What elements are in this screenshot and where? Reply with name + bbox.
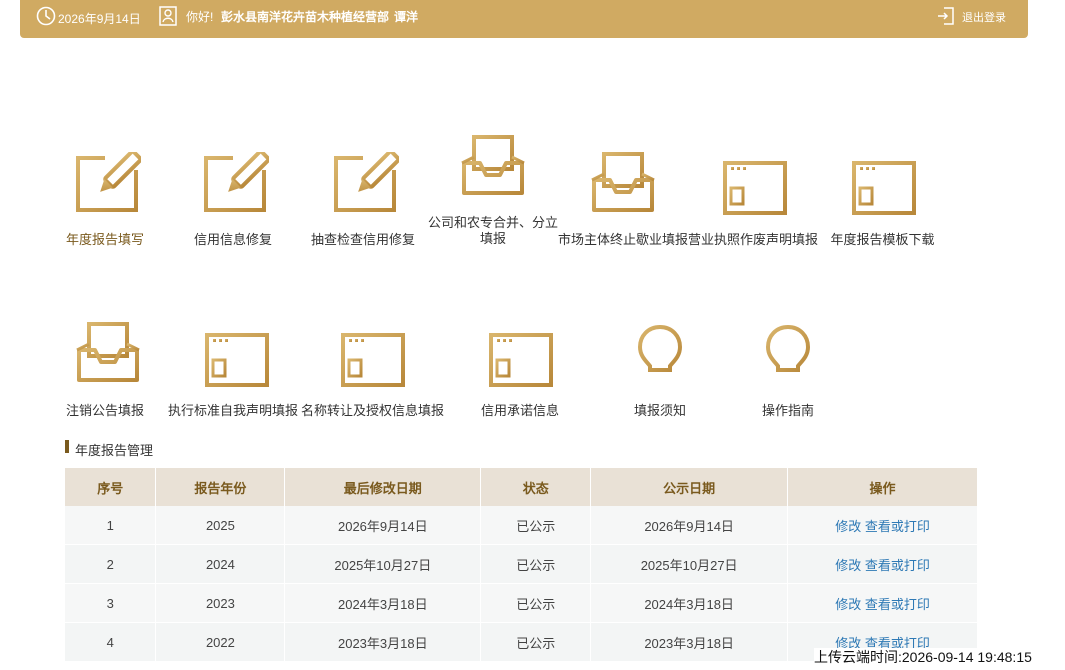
cell-actions: 修改 查看或打印 <box>787 583 978 623</box>
cell-no: 3 <box>65 583 157 623</box>
cell-no: 1 <box>65 506 157 545</box>
tile-merger-split[interactable]: 公司和农专合并、分立填报 <box>428 135 558 255</box>
tile-annual-report[interactable]: 年度报告填写 <box>55 150 155 250</box>
document-window-icon <box>204 332 270 388</box>
tile-name-transfer[interactable]: 名称转让及授权信息填报 <box>300 322 445 422</box>
cell-status: 已公示 <box>480 544 592 584</box>
tile-label: 注销公告填报 <box>65 403 144 418</box>
tile-label: 抽查检查信用修复 <box>310 232 415 247</box>
table-row: 3 2023 2024年3月18日 已公示 2024年3月18日 修改 查看或打… <box>65 583 978 623</box>
document-window-icon <box>488 332 554 388</box>
view-print-link[interactable]: 查看或打印 <box>865 558 930 573</box>
cell-modified: 2024年3月18日 <box>284 583 482 623</box>
col-header-status: 状态 <box>480 468 592 506</box>
table-header-row: 序号 报告年份 最后修改日期 状态 公示日期 操作 <box>65 468 978 506</box>
col-header-no: 序号 <box>65 468 157 506</box>
edit-pencil-icon <box>203 152 269 214</box>
col-header-modified: 最后修改日期 <box>284 468 482 506</box>
cell-year: 2023 <box>155 583 286 623</box>
tile-label: 市场主体终止歇业填报 <box>558 232 689 247</box>
cell-actions: 修改 查看或打印 <box>787 544 978 584</box>
tile-credit-repair[interactable]: 信用信息修复 <box>183 150 283 250</box>
tile-label: 信用信息修复 <box>193 232 272 247</box>
document-window-icon <box>851 160 917 216</box>
company-name: 彭水县南洋花卉苗木种植经营部 <box>221 10 390 24</box>
cell-year: 2025 <box>155 506 286 545</box>
lightbulb-icon <box>765 324 811 390</box>
tile-standard-declaration[interactable]: 执行标准自我声明填报 <box>167 322 299 422</box>
tile-label: 操作指南 <box>761 403 814 418</box>
tile-label: 名称转让及授权信息填报 <box>300 403 444 418</box>
cell-modified: 2023年3月18日 <box>284 622 482 662</box>
cell-no: 4 <box>65 622 157 662</box>
inbox-tray-icon <box>460 135 526 197</box>
current-date: 2026年9月14日 <box>58 12 141 26</box>
section-title-text: 年度报告管理 <box>75 443 154 458</box>
document-window-icon <box>722 160 788 216</box>
tile-business-termination[interactable]: 市场主体终止歇业填报 <box>558 150 688 250</box>
tile-template-download[interactable]: 年度报告模板下载 <box>825 150 940 250</box>
table-row: 1 2025 2026年9月14日 已公示 2026年9月14日 修改 查看或打… <box>65 506 978 545</box>
greeting-text: 你好! <box>186 10 214 24</box>
cell-modified: 2025年10月27日 <box>284 544 482 584</box>
cell-actions: 修改 查看或打印 <box>787 506 978 545</box>
annual-report-table: 序号 报告年份 最后修改日期 状态 公示日期 操作 1 2025 2026年9月… <box>65 468 978 662</box>
user-name: 谭洋 <box>394 10 419 24</box>
tile-label: 营业执照作废声明填报 <box>688 232 819 247</box>
view-print-link[interactable]: 查看或打印 <box>865 597 930 612</box>
inbox-tray-icon <box>75 322 141 384</box>
document-window-icon <box>340 332 406 388</box>
tile-label: 信用承诺信息 <box>480 403 559 418</box>
cell-year: 2024 <box>155 544 286 584</box>
cell-published: 2024年3月18日 <box>590 583 789 623</box>
tile-label: 年度报告模板下载 <box>830 232 935 247</box>
tile-label: 执行标准自我声明填报 <box>167 403 298 418</box>
user-badge-icon <box>159 6 177 26</box>
col-header-actions: 操作 <box>787 468 978 506</box>
logout-link[interactable]: 退出登录 <box>962 9 1006 25</box>
edit-pencil-icon <box>333 152 399 214</box>
logout-icon[interactable] <box>936 6 956 26</box>
cell-status: 已公示 <box>480 506 592 545</box>
edit-link[interactable]: 修改 <box>835 558 861 573</box>
col-header-published: 公示日期 <box>590 468 789 506</box>
tile-operation-guide[interactable]: 操作指南 <box>738 322 838 422</box>
tile-label: 填报须知 <box>633 403 686 418</box>
view-print-link[interactable]: 查看或打印 <box>865 519 930 534</box>
edit-link[interactable]: 修改 <box>835 597 861 612</box>
cell-modified: 2026年9月14日 <box>284 506 482 545</box>
upload-timestamp: 上传云端时间:2026-09-14 19:48:15 <box>814 648 1065 670</box>
cell-published: 2023年3月18日 <box>590 622 789 662</box>
cell-status: 已公示 <box>480 622 592 662</box>
tile-license-void[interactable]: 营业执照作废声明填报 <box>688 150 818 250</box>
cell-status: 已公示 <box>480 583 592 623</box>
tile-credit-commitment[interactable]: 信用承诺信息 <box>470 322 570 422</box>
lightbulb-icon <box>637 324 683 390</box>
tile-label: 公司和农专合并、分立填报 <box>428 215 559 246</box>
top-bar: 2026年9月14日 你好! 彭水县南洋花卉苗木种植经营部 谭洋 退出登录 <box>20 0 1028 38</box>
inbox-tray-icon <box>590 152 656 214</box>
tile-label: 年度报告填写 <box>65 232 144 247</box>
cell-published: 2025年10月27日 <box>590 544 789 584</box>
cell-published: 2026年9月14日 <box>590 506 789 545</box>
cell-year: 2022 <box>155 622 286 662</box>
table-row: 2 2024 2025年10月27日 已公示 2025年10月27日 修改 查看… <box>65 544 978 584</box>
tile-filing-notes[interactable]: 填报须知 <box>610 322 710 422</box>
clock-icon <box>36 6 56 26</box>
tile-inspection-repair[interactable]: 抽查检查信用修复 <box>303 150 423 250</box>
col-header-year: 报告年份 <box>155 468 286 506</box>
edit-link[interactable]: 修改 <box>835 519 861 534</box>
tile-cancellation-notice[interactable]: 注销公告填报 <box>55 322 155 422</box>
edit-pencil-icon <box>75 152 141 214</box>
section-marker <box>65 440 69 453</box>
cell-no: 2 <box>65 544 157 584</box>
